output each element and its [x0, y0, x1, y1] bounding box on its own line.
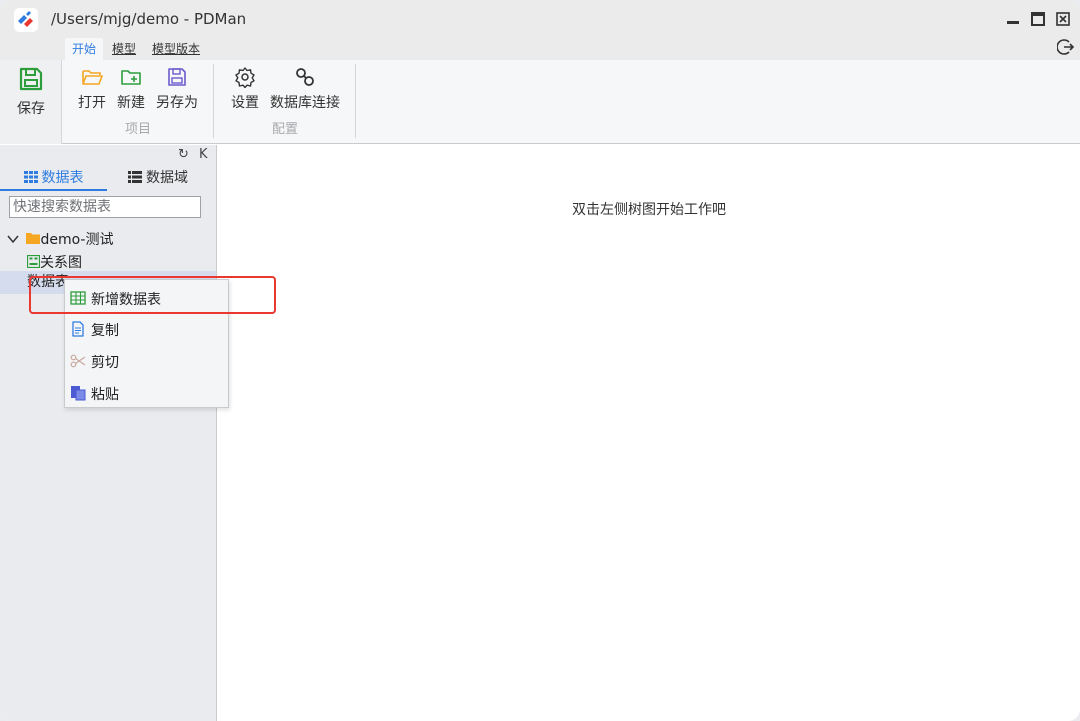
- collapse-icon[interactable]: K: [199, 147, 208, 162]
- save-as-icon: [168, 68, 186, 86]
- folder-open-icon: [82, 70, 103, 85]
- tree-relation-label: 关系图: [40, 255, 82, 271]
- copy-icon: [72, 321, 84, 337]
- save-as-label: 另存为: [156, 95, 198, 111]
- menu-item-label: 复制: [91, 323, 119, 339]
- gear-icon: [235, 67, 255, 88]
- project-group-label: 项目: [124, 122, 151, 137]
- refresh-icon[interactable]: ↻: [178, 147, 189, 162]
- logout-icon[interactable]: [1057, 38, 1075, 56]
- grid-icon: [23, 171, 38, 183]
- minimize-icon[interactable]: [1006, 12, 1020, 26]
- pdman-logo-icon: [14, 8, 38, 32]
- tree-project-label: demo-测试: [40, 232, 114, 248]
- menu-item-label: 粘贴: [91, 387, 119, 403]
- sidebar-tools: ↻ K: [178, 147, 208, 162]
- tab-domains-label: 数据域: [146, 170, 188, 186]
- chevron-down-icon[interactable]: [7, 234, 19, 244]
- window-title: /Users/mjg/demo - PDMan: [51, 10, 247, 28]
- search-input[interactable]: [9, 196, 201, 218]
- settings-button[interactable]: 设置: [229, 66, 261, 112]
- paste-icon: [71, 386, 86, 401]
- save-button[interactable]: 保存: [0, 60, 62, 144]
- menu-item-copy[interactable]: 复制: [65, 313, 228, 343]
- maximize-icon[interactable]: [1031, 12, 1045, 26]
- tab-start[interactable]: 开始: [65, 38, 104, 60]
- db-connect-button[interactable]: 数据库连接: [268, 66, 342, 112]
- tab-tables-label: 数据表: [41, 170, 84, 186]
- list-icon: [128, 171, 142, 183]
- tab-model[interactable]: 模型: [112, 38, 136, 60]
- new-button[interactable]: 新建: [115, 66, 147, 112]
- menu-item-paste[interactable]: 粘贴: [65, 377, 228, 407]
- ribbon-divider: [355, 64, 356, 138]
- app-window: /Users/mjg/demo - PDMan 开始 模型 模型版本 保存 打开…: [0, 0, 1080, 721]
- open-button[interactable]: 打开: [76, 66, 108, 112]
- new-folder-icon: [121, 70, 141, 85]
- main-workspace: 双击左侧树图开始工作吧: [218, 145, 1080, 721]
- tree-item-project[interactable]: demo-测试: [7, 229, 113, 249]
- settings-label: 设置: [231, 95, 259, 111]
- close-icon[interactable]: [1056, 12, 1070, 26]
- tab-model-version[interactable]: 模型版本: [152, 38, 200, 60]
- save-label: 保存: [17, 101, 45, 117]
- open-label: 打开: [78, 95, 106, 111]
- tree-item-relation[interactable]: 关系图: [26, 252, 82, 272]
- empty-hint: 双击左侧树图开始工作吧: [572, 202, 726, 218]
- diagram-icon: [26, 254, 41, 269]
- title-bar: /Users/mjg/demo - PDMan: [0, 0, 1080, 38]
- sidebar: ↻ K 数据表 数据域 demo-测试: [0, 145, 217, 721]
- save-as-button[interactable]: 另存为: [155, 66, 199, 112]
- scissors-icon: [70, 354, 86, 368]
- db-connect-label: 数据库连接: [270, 95, 340, 111]
- highlight-annotation: [29, 276, 276, 314]
- config-group-label: 配置: [271, 122, 298, 137]
- ribbon-divider: [213, 64, 214, 138]
- tab-tables[interactable]: 数据表: [0, 167, 107, 191]
- menu-item-cut[interactable]: 剪切: [65, 345, 228, 375]
- save-icon: [19, 67, 43, 91]
- folder-icon: [26, 233, 41, 244]
- ribbon-tabs: 开始 模型 模型版本: [0, 38, 1080, 60]
- link-icon: [296, 68, 314, 86]
- menu-item-label: 剪切: [91, 355, 119, 371]
- new-label: 新建: [117, 95, 145, 111]
- ribbon-toolbar: 保存 打开 新建 另存为 项目 设置 数据库连接 配置: [0, 60, 1080, 144]
- tab-domains[interactable]: 数据域: [108, 167, 208, 189]
